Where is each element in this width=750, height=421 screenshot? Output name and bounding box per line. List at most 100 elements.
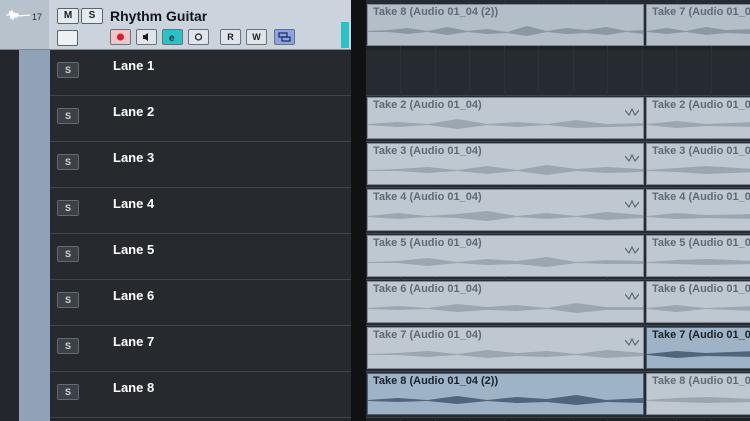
- event-title: Take 4 (Audio 01_0: [652, 191, 750, 203]
- lane-label: Lane 6: [113, 288, 155, 303]
- lane-solo-button[interactable]: S: [57, 292, 79, 308]
- event-title: Take 5 (Audio 01_0: [652, 237, 750, 249]
- edit-e-icon: e: [169, 33, 175, 44]
- event-title: Take 2 (Audio 01_0: [652, 99, 750, 111]
- lane-row[interactable]: S Lane 3: [50, 142, 351, 188]
- lane-row[interactable]: S Lane 5: [50, 234, 351, 280]
- waveform: [647, 351, 750, 358]
- solo-button[interactable]: S: [81, 8, 103, 24]
- event-title: Take 2 (Audio 01_04): [373, 99, 482, 111]
- lane-label: Lane 3: [113, 150, 155, 165]
- event-title: Take 8 (Audio 01_04 (2)): [373, 375, 499, 387]
- waveform: [647, 259, 750, 265]
- event-title: Take 7 (Audio 01_0: [652, 329, 750, 341]
- read-automation-button[interactable]: R: [220, 29, 241, 45]
- audio-event[interactable]: Take 6 (Audio 01_04): [367, 281, 644, 323]
- event-title: Take 8 (Audio 01_04 (2)): [373, 6, 499, 18]
- waveform: [368, 395, 643, 405]
- lane-solo-button[interactable]: S: [57, 338, 79, 354]
- monitor-button[interactable]: [136, 29, 157, 45]
- lane-background: [366, 50, 750, 96]
- lane-solo-button[interactable]: S: [57, 384, 79, 400]
- audio-event[interactable]: Take 7 (Audio 01_04): [367, 327, 644, 369]
- mute-button[interactable]: M: [57, 8, 79, 24]
- crossfade-icon: [625, 246, 639, 254]
- audio-event[interactable]: Take 2 (Audio 01_04): [367, 97, 644, 139]
- lanes-icon: [278, 32, 291, 42]
- lane-label: Lane 5: [113, 242, 155, 257]
- crossfade-icon: [625, 154, 639, 162]
- lane-solo-button[interactable]: S: [57, 108, 79, 124]
- track-option-button[interactable]: [57, 30, 78, 46]
- waveform: [647, 166, 750, 174]
- track-list-splitter[interactable]: [351, 0, 366, 421]
- crossfade-icon: [625, 292, 639, 300]
- audio-event[interactable]: Take 8 (Audio 01_04 (2)): [367, 4, 644, 46]
- event-title: Take 5 (Audio 01_04): [373, 237, 482, 249]
- circle-icon: [194, 33, 203, 41]
- crossfade-icon: [625, 200, 639, 208]
- track-type-strip: 17: [0, 0, 49, 49]
- audio-event[interactable]: Take 4 (Audio 01_04): [367, 189, 644, 231]
- svg-text:e: e: [169, 33, 175, 44]
- track-color-column[interactable]: [19, 0, 50, 421]
- waveform: [368, 211, 643, 221]
- audio-event-selected[interactable]: Take 8 (Audio 01_04 (2)): [367, 373, 644, 415]
- timebase-button[interactable]: [188, 29, 209, 45]
- audio-event[interactable]: Take 3 (Audio 01_0: [646, 143, 750, 185]
- waveform: [368, 119, 643, 129]
- lane-label: Lane 8: [113, 380, 155, 395]
- waveform: [647, 121, 750, 128]
- cubase-project-window: 17 M S Rhythm Guitar e R W S Lane 1 S La…: [0, 0, 750, 421]
- track-header-rhythm-guitar[interactable]: 17 M S Rhythm Guitar e R W: [0, 0, 351, 50]
- audio-event[interactable]: Take 2 (Audio 01_0: [646, 97, 750, 139]
- audio-event[interactable]: Take 4 (Audio 01_0: [646, 189, 750, 231]
- track-name[interactable]: Rhythm Guitar: [110, 8, 207, 24]
- lane-row[interactable]: S Lane 4: [50, 188, 351, 234]
- lane-row[interactable]: S Lane 6: [50, 280, 351, 326]
- lane-solo-button[interactable]: S: [57, 62, 79, 78]
- waveform: [368, 350, 643, 358]
- event-title: Take 6 (Audio 01_0: [652, 283, 750, 295]
- record-enable-button[interactable]: [110, 29, 131, 45]
- waveform: [368, 303, 643, 313]
- track-level-meter: [341, 22, 349, 48]
- lane-solo-button[interactable]: S: [57, 246, 79, 262]
- waveform: [368, 257, 643, 267]
- lane-row[interactable]: S Lane 2: [50, 96, 351, 142]
- crossfade-icon: [625, 338, 639, 346]
- waveform: [368, 165, 643, 175]
- record-icon: [117, 33, 124, 41]
- event-display[interactable]: Take 8 (Audio 01_04 (2)) Take 7 (Audio 0…: [366, 0, 750, 421]
- waveform: [647, 397, 750, 403]
- audio-event[interactable]: Take 3 (Audio 01_04): [367, 143, 644, 185]
- lane-label: Lane 4: [113, 196, 155, 211]
- audio-event[interactable]: Take 5 (Audio 01_0: [646, 235, 750, 277]
- waveform: [647, 213, 750, 219]
- lane-label: Lane 2: [113, 104, 155, 119]
- lane-label: Lane 7: [113, 334, 155, 349]
- lane-row[interactable]: S Lane 7: [50, 326, 351, 372]
- edit-instrument-button[interactable]: e: [162, 29, 183, 45]
- speaker-icon: [143, 33, 148, 41]
- event-title: Take 6 (Audio 01_04): [373, 283, 482, 295]
- waveform: [647, 27, 750, 35]
- lane-row[interactable]: S Lane 8: [50, 372, 351, 418]
- waveform: [647, 305, 750, 312]
- lane-solo-button[interactable]: S: [57, 200, 79, 216]
- audio-event[interactable]: Take 6 (Audio 01_0: [646, 281, 750, 323]
- event-title: Take 4 (Audio 01_04): [373, 191, 482, 203]
- audio-event[interactable]: Take 7 (Audio 01_0: [646, 4, 750, 46]
- event-title: Take 3 (Audio 01_04): [373, 145, 482, 157]
- lane-solo-button[interactable]: S: [57, 154, 79, 170]
- lane-row[interactable]: S Lane 1: [50, 50, 351, 96]
- waveform: [368, 26, 643, 36]
- audio-event-selected[interactable]: Take 7 (Audio 01_0: [646, 327, 750, 369]
- write-automation-button[interactable]: W: [246, 29, 267, 45]
- audio-event[interactable]: Take 8 (Audio 01_0: [646, 373, 750, 415]
- event-title: Take 3 (Audio 01_0: [652, 145, 750, 157]
- event-title: Take 7 (Audio 01_0: [652, 6, 750, 18]
- crossfade-icon: [625, 108, 639, 116]
- audio-event[interactable]: Take 5 (Audio 01_04): [367, 235, 644, 277]
- show-lanes-button[interactable]: [274, 29, 295, 45]
